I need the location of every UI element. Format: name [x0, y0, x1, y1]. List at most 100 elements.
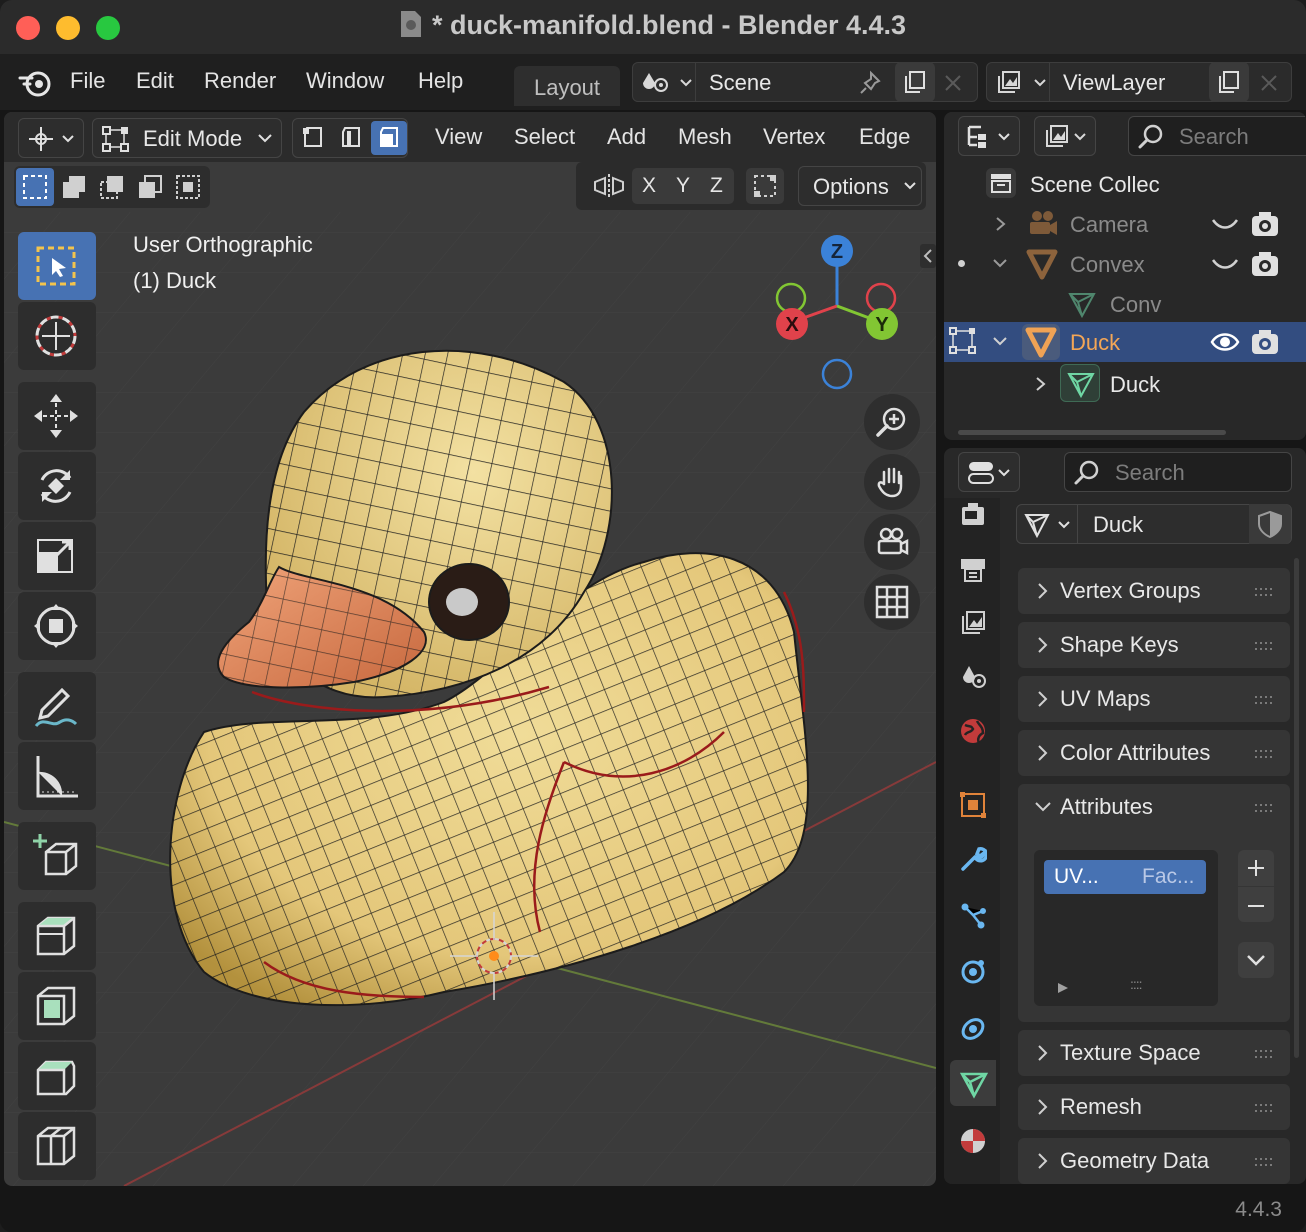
menu-edit[interactable]: Edit [136, 68, 174, 94]
properties-editor-type[interactable] [958, 452, 1020, 492]
tab-material[interactable] [950, 1118, 996, 1164]
tool-measure[interactable] [18, 742, 96, 810]
tool-annotate[interactable] [18, 672, 96, 740]
menu-help[interactable]: Help [418, 68, 463, 94]
mirror-z-toggle[interactable]: Z [710, 174, 723, 198]
tab-view-layer[interactable] [950, 600, 996, 646]
tab-object[interactable] [950, 782, 996, 828]
auto-merge-toggle[interactable] [746, 168, 784, 204]
menu-render[interactable]: Render [204, 68, 276, 94]
panel-remesh[interactable]: Remesh [1018, 1084, 1290, 1130]
hidden-eye-icon[interactable] [1210, 254, 1240, 274]
toggle-perspective-button[interactable] [864, 574, 920, 630]
menu-vertex[interactable]: Vertex [763, 124, 825, 150]
menu-mesh[interactable]: Mesh [678, 124, 732, 150]
properties-search-input[interactable]: Search [1064, 452, 1292, 492]
panel-uv-maps[interactable]: UV Maps [1018, 676, 1290, 722]
outliner-row-convex[interactable]: Convex [944, 244, 1306, 284]
eye-icon[interactable] [1210, 330, 1240, 354]
drag-grip-icon[interactable] [1254, 804, 1276, 812]
scene-name[interactable]: Scene [709, 70, 771, 96]
tab-layout[interactable]: Layout [514, 66, 620, 106]
attribute-item[interactable]: UV... Fac... [1044, 860, 1206, 894]
tab-constraints[interactable] [950, 1004, 996, 1050]
3d-viewport[interactable]: Edit Mode View Select Add Mesh Vertex Ed… [4, 112, 936, 1186]
tool-extrude[interactable] [18, 902, 96, 970]
tool-cursor[interactable] [18, 302, 96, 370]
tab-render[interactable] [950, 492, 996, 538]
panel-geometry-data[interactable]: Geometry Data [1018, 1138, 1290, 1184]
drag-grip-icon[interactable] [1254, 1050, 1276, 1058]
outliner-scrollbar[interactable] [958, 430, 1226, 435]
attribute-specials-button[interactable] [1238, 942, 1274, 978]
select-intersect-button[interactable] [170, 168, 206, 206]
outliner-row-scene-collection[interactable]: Scene Collec [944, 164, 1306, 204]
vertex-select-mode[interactable] [295, 121, 331, 155]
options-label[interactable]: Options [813, 174, 889, 200]
close-icon[interactable] [943, 73, 963, 93]
new-scene-button[interactable] [895, 62, 935, 102]
menu-window[interactable]: Window [306, 68, 384, 94]
chevron-right-icon[interactable] [1034, 376, 1048, 392]
viewlayer-name[interactable]: ViewLayer [1063, 70, 1165, 96]
tab-particles[interactable] [950, 892, 996, 938]
chevron-right-icon[interactable] [994, 216, 1008, 232]
select-new-button[interactable] [16, 168, 54, 206]
select-invert-button[interactable] [132, 168, 168, 206]
panel-attributes-header[interactable]: Attributes [1018, 784, 1290, 830]
drag-grip-icon[interactable] [1254, 588, 1276, 596]
panel-vertex-groups[interactable]: Vertex Groups [1018, 568, 1290, 614]
menu-add[interactable]: Add [607, 124, 646, 150]
tool-rotate[interactable] [18, 452, 96, 520]
viewlayer-selector[interactable]: ViewLayer [986, 62, 1292, 102]
options-dropdown[interactable]: Options [798, 166, 922, 206]
sidebar-toggle-icon[interactable] [920, 244, 936, 268]
tab-world[interactable] [950, 708, 996, 754]
tab-mesh-data[interactable] [950, 1060, 996, 1106]
outliner-row-camera[interactable]: Camera [944, 204, 1306, 244]
tool-select-box[interactable] [18, 232, 96, 300]
menu-view[interactable]: View [435, 124, 482, 150]
tool-move[interactable] [18, 382, 96, 450]
menu-select[interactable]: Select [514, 124, 575, 150]
panel-color-attributes[interactable]: Color Attributes [1018, 730, 1290, 776]
render-camera-icon[interactable] [1250, 328, 1280, 356]
menu-edge[interactable]: Edge [859, 124, 910, 150]
mesh-datablock-name[interactable]: Duck [1093, 512, 1143, 538]
minus-icon[interactable] [1246, 896, 1266, 916]
chevron-down-icon[interactable] [992, 336, 1008, 348]
drag-grip-icon[interactable] [1254, 696, 1276, 704]
outliner-row-convex-data[interactable]: Conv [944, 284, 1306, 324]
panel-texture-space[interactable]: Texture Space [1018, 1030, 1290, 1076]
outliner-row-duck-data[interactable]: Duck [944, 364, 1306, 404]
tool-loop-cut[interactable] [18, 1112, 96, 1180]
drag-grip-icon[interactable] [1254, 750, 1276, 758]
drag-grip-icon[interactable] [1254, 1104, 1276, 1112]
drag-grip-icon[interactable] [1254, 1158, 1276, 1166]
face-select-mode[interactable] [371, 121, 407, 155]
mirror-x-toggle[interactable]: X [642, 174, 656, 198]
new-viewlayer-button[interactable] [1209, 62, 1249, 102]
panel-shape-keys[interactable]: Shape Keys [1018, 622, 1290, 668]
render-camera-icon[interactable] [1250, 210, 1280, 238]
properties-scrollbar[interactable] [1294, 558, 1299, 1058]
drag-grip-icon[interactable] [1254, 642, 1276, 650]
plus-icon[interactable] [1246, 858, 1266, 878]
tab-modifiers[interactable] [950, 836, 996, 882]
zoom-button[interactable] [864, 394, 920, 450]
attributes-list[interactable]: UV... Fac... :::: [1034, 850, 1218, 1006]
scene-selector[interactable]: Scene [632, 62, 978, 102]
mode-label[interactable]: Edit Mode [143, 126, 242, 152]
edge-select-mode[interactable] [333, 121, 369, 155]
edit-mode-icon[interactable] [948, 326, 978, 356]
close-icon[interactable] [1259, 73, 1279, 93]
camera-view-button[interactable] [864, 514, 920, 570]
display-mode-selector[interactable] [1034, 116, 1096, 156]
mesh-datablock-selector[interactable]: Duck [1016, 504, 1292, 544]
outliner-editor-type[interactable] [958, 116, 1020, 156]
tool-add-cube[interactable] [18, 822, 96, 890]
tab-physics[interactable] [950, 948, 996, 994]
pin-icon[interactable] [857, 69, 885, 97]
chevron-down-icon[interactable] [992, 258, 1008, 270]
tool-scale[interactable] [18, 522, 96, 590]
